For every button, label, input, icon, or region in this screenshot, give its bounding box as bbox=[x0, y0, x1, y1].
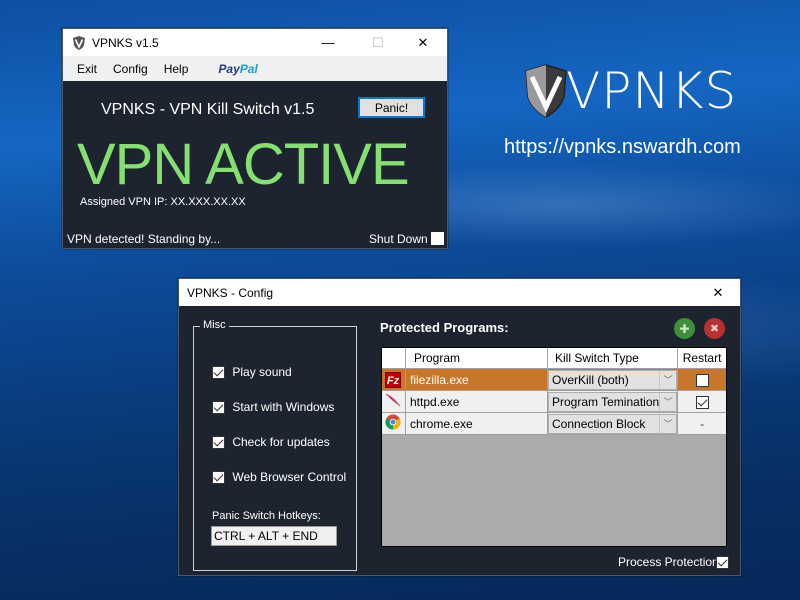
add-program-button[interactable]: ✚ bbox=[674, 318, 695, 339]
misc-option[interactable]: Check for updates bbox=[212, 435, 330, 450]
process-protection-checkbox[interactable] bbox=[716, 556, 729, 569]
play-sound-label: Play sound bbox=[232, 365, 292, 379]
row-icon-cell bbox=[382, 390, 406, 413]
assigned-ip: Assigned VPN IP: XX.XXX.XX.XX bbox=[80, 196, 246, 208]
main-heading: VPNKS - VPN Kill Switch v1.5 bbox=[101, 101, 315, 118]
kill-switch-cell: OverKill (both) ﹀ bbox=[546, 368, 679, 391]
play-sound-checkbox[interactable] bbox=[212, 366, 225, 380]
header-kill-switch-type[interactable]: Kill Switch Type bbox=[546, 348, 679, 369]
restart-cell bbox=[677, 368, 726, 391]
menu-exit[interactable]: Exit bbox=[77, 62, 97, 76]
hotkey-input[interactable] bbox=[211, 526, 337, 546]
header-program[interactable]: Program bbox=[405, 348, 548, 369]
main-titlebar: VPNKS v1.5 — ☐ ✕ bbox=[63, 29, 447, 56]
menu-bar: Exit Config Help PayPal bbox=[63, 56, 447, 81]
protected-programs-heading: Protected Programs: bbox=[380, 320, 509, 335]
chevron-down-icon[interactable]: ﹀ bbox=[659, 370, 676, 389]
program-name: filezilla.exe bbox=[405, 368, 548, 391]
close-button[interactable]: ✕ bbox=[400, 29, 446, 56]
remove-program-button[interactable]: ✖ bbox=[704, 318, 725, 339]
table-row[interactable]: chrome.exe Connection Block ﹀ - bbox=[382, 412, 726, 435]
chevron-down-icon[interactable]: ﹀ bbox=[659, 392, 676, 411]
config-window-title: VPNKS - Config bbox=[187, 285, 274, 300]
menu-help[interactable]: Help bbox=[164, 62, 189, 76]
minimize-button[interactable]: — bbox=[305, 29, 351, 56]
start-with-windows-checkbox[interactable] bbox=[212, 401, 225, 415]
shield-logo-icon bbox=[525, 64, 567, 118]
header-restart[interactable]: Restart bbox=[677, 348, 726, 369]
chevron-down-icon[interactable]: ﹀ bbox=[659, 414, 676, 433]
dropdown-value: Program Temination bbox=[552, 394, 660, 409]
apache-feather-icon bbox=[385, 393, 401, 407]
kill-switch-cell: Connection Block ﹀ bbox=[546, 412, 679, 435]
program-name: httpd.exe bbox=[405, 390, 548, 413]
brand-url[interactable]: https://vpnks.nswardh.com bbox=[504, 136, 741, 159]
program-name: chrome.exe bbox=[405, 412, 548, 435]
config-close-button[interactable]: ✕ bbox=[695, 279, 741, 306]
restart-checkbox[interactable] bbox=[695, 395, 709, 409]
menu-paypal[interactable]: PayPal bbox=[204, 62, 257, 76]
table-header: Program Kill Switch Type Restart bbox=[382, 348, 726, 369]
menu-config[interactable]: Config bbox=[113, 62, 148, 76]
misc-option[interactable]: Web Browser Control bbox=[212, 470, 347, 485]
status-bar-text: VPN detected! Standing by... bbox=[67, 232, 221, 246]
misc-option[interactable]: Play sound bbox=[212, 365, 292, 380]
panic-button[interactable]: Panic! bbox=[358, 97, 425, 118]
brand-logo: VPNKS bbox=[522, 62, 737, 120]
vpn-status: VPN ACTIVE bbox=[77, 132, 410, 197]
check-updates-checkbox[interactable] bbox=[212, 436, 225, 450]
hotkey-label: Panic Switch Hotkeys: bbox=[212, 510, 321, 522]
app-shield-icon bbox=[73, 35, 85, 50]
web-browser-control-checkbox[interactable] bbox=[212, 471, 225, 485]
start-with-windows-label: Start with Windows bbox=[232, 400, 335, 414]
programs-grid: Program Kill Switch Type Restart Fz file… bbox=[381, 347, 727, 547]
check-updates-label: Check for updates bbox=[232, 435, 330, 449]
table-row[interactable]: Fz filezilla.exe OverKill (both) ﹀ bbox=[382, 368, 726, 391]
process-protection-label: Process Protection bbox=[618, 555, 719, 569]
kill-switch-type-dropdown[interactable]: Program Temination ﹀ bbox=[548, 391, 678, 412]
table-row[interactable]: httpd.exe Program Temination ﹀ bbox=[382, 390, 726, 413]
dropdown-value: OverKill (both) bbox=[552, 372, 629, 387]
config-titlebar: VPNKS - Config ✕ bbox=[179, 279, 740, 306]
config-window: VPNKS - Config ✕ Misc Play sound Start w… bbox=[178, 278, 741, 576]
brand-logo-text: VPNKS bbox=[566, 62, 738, 120]
paypal-part1: Pay bbox=[218, 61, 240, 76]
row-icon-cell: Fz bbox=[382, 368, 406, 391]
maximize-button[interactable]: ☐ bbox=[355, 29, 401, 56]
misc-option[interactable]: Start with Windows bbox=[212, 400, 335, 415]
dropdown-value: Connection Block bbox=[552, 416, 646, 431]
restart-cell: - bbox=[677, 412, 726, 435]
restart-checkbox[interactable] bbox=[695, 373, 709, 387]
main-window-title: VPNKS v1.5 bbox=[92, 35, 159, 50]
paypal-part2: Pal bbox=[239, 61, 258, 76]
row-icon-cell bbox=[382, 412, 406, 435]
programs-table: Program Kill Switch Type Restart Fz file… bbox=[382, 348, 726, 435]
misc-group-label: Misc bbox=[200, 319, 229, 331]
shutdown-checkbox[interactable] bbox=[431, 232, 444, 245]
kill-switch-type-dropdown[interactable]: Connection Block ﹀ bbox=[548, 413, 678, 434]
web-browser-control-label: Web Browser Control bbox=[232, 470, 347, 484]
restart-cell bbox=[677, 390, 726, 413]
shutdown-label: Shut Down bbox=[369, 232, 428, 246]
header-icon-col bbox=[382, 348, 406, 369]
chrome-icon bbox=[385, 414, 401, 430]
main-window: VPNKS v1.5 — ☐ ✕ Exit Config Help PayPal… bbox=[62, 28, 448, 249]
kill-switch-cell: Program Temination ﹀ bbox=[546, 390, 679, 413]
filezilla-icon: Fz bbox=[385, 371, 401, 388]
kill-switch-type-dropdown[interactable]: OverKill (both) ﹀ bbox=[548, 369, 678, 390]
